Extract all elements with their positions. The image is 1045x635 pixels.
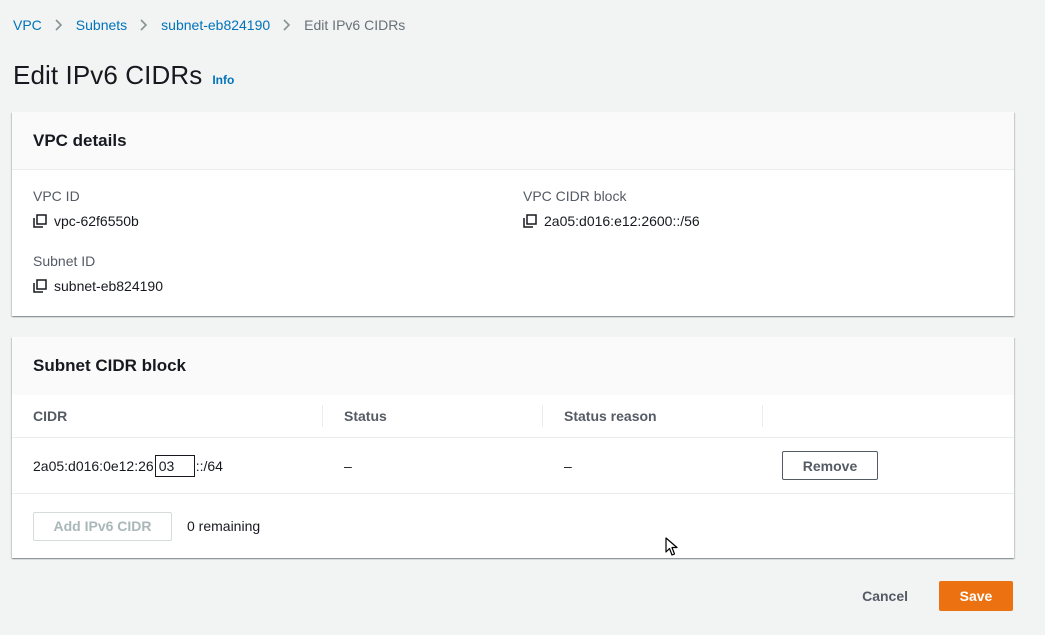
chevron-right-icon: [283, 19, 291, 31]
breadcrumb-vpc[interactable]: VPC: [13, 17, 42, 33]
subnet-cidr-panel: Subnet CIDR block CIDR Status Status rea…: [12, 337, 1014, 558]
cidr-suffix: ::/64: [195, 457, 223, 474]
save-button[interactable]: Save: [939, 581, 1013, 611]
cidr-prefix: 2a05:d016:0e12:26: [33, 457, 154, 474]
vpc-id-value-row: vpc-62f6550b: [33, 213, 139, 229]
vpc-cidr-label: VPC CIDR block: [523, 188, 627, 204]
cidr-cell: 2a05:d016:0e12:26 ::/64: [12, 454, 323, 477]
column-header-status-reason: Status reason: [543, 395, 763, 437]
page-header: Edit IPv6 CIDRs Info: [13, 60, 234, 91]
breadcrumb: VPC Subnets subnet-eb824190 Edit IPv6 CI…: [13, 17, 405, 33]
vpc-id-label: VPC ID: [33, 188, 80, 204]
remove-button[interactable]: Remove: [782, 451, 878, 480]
cidr-editor: 2a05:d016:0e12:26 ::/64: [33, 454, 223, 477]
table-row: 2a05:d016:0e12:26 ::/64 – – Remove: [12, 438, 1014, 494]
vpc-cidr-value-row: 2a05:d016:e12:2600::/56: [523, 213, 700, 229]
status-reason-cell: –: [564, 457, 572, 474]
mouse-pointer-icon: [665, 537, 679, 562]
vpc-details-panel: VPC details VPC ID vpc-62f6550b VPC CIDR…: [12, 112, 1014, 316]
breadcrumb-current: Edit IPv6 CIDRs: [304, 17, 406, 33]
breadcrumb-subnets[interactable]: Subnets: [76, 17, 127, 33]
remaining-count: 0 remaining: [187, 518, 261, 534]
copy-icon[interactable]: [523, 214, 537, 228]
cancel-button[interactable]: Cancel: [862, 588, 908, 604]
vpc-cidr-field: VPC CIDR block 2a05:d016:e12:2600::/56: [523, 188, 700, 229]
subnet-cidr-header: Subnet CIDR block: [12, 337, 1014, 395]
subnet-id-value-row: subnet-eb824190: [33, 278, 163, 294]
subnet-cidr-heading: Subnet CIDR block: [33, 356, 187, 375]
subnet-id-label: Subnet ID: [33, 253, 96, 269]
subnet-id-value: subnet-eb824190: [54, 278, 163, 294]
vpc-cidr-value: 2a05:d016:e12:2600::/56: [544, 213, 700, 229]
cidr-segment-input[interactable]: [154, 454, 195, 477]
chevron-right-icon: [55, 19, 63, 31]
column-header-status: Status: [323, 395, 543, 437]
status-cell: –: [344, 457, 352, 474]
copy-icon[interactable]: [33, 214, 47, 228]
add-cidr-row: Add IPv6 CIDR 0 remaining: [12, 494, 1014, 558]
column-header-cidr: CIDR: [12, 395, 323, 437]
add-ipv6-cidr-button[interactable]: Add IPv6 CIDR: [33, 511, 172, 541]
info-link[interactable]: Info: [212, 73, 234, 87]
chevron-right-icon: [140, 19, 148, 31]
subnet-id-field: Subnet ID subnet-eb824190: [33, 253, 163, 294]
cidr-table-header: CIDR Status Status reason: [12, 395, 1014, 438]
vpc-details-body: VPC ID vpc-62f6550b VPC CIDR block 2a05:…: [12, 170, 1014, 316]
form-actions: Cancel Save: [862, 581, 1013, 611]
copy-icon[interactable]: [33, 279, 47, 293]
vpc-details-header: VPC details: [12, 112, 1014, 170]
vpc-id-field: VPC ID vpc-62f6550b: [33, 188, 139, 229]
vpc-details-heading: VPC details: [33, 130, 127, 150]
actions-cell: Remove: [763, 451, 1014, 480]
vpc-id-value: vpc-62f6550b: [54, 213, 139, 229]
page-title: Edit IPv6 CIDRs: [13, 60, 203, 90]
breadcrumb-subnet[interactable]: subnet-eb824190: [161, 17, 270, 33]
column-header-actions: [763, 395, 1014, 437]
